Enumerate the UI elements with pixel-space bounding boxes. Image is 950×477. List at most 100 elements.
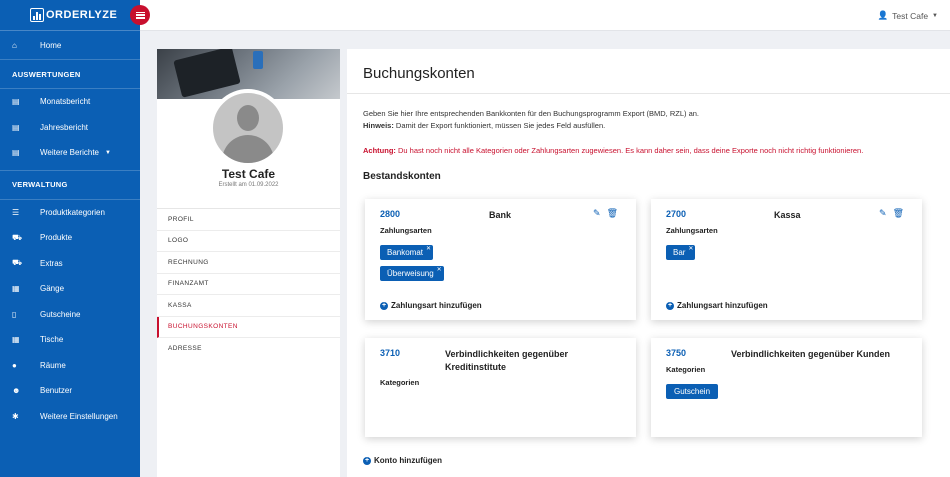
sidebar-section-verwaltung: VERWALTUNG: [0, 169, 140, 200]
payment-chip-bankomat[interactable]: Bankomat ✕: [380, 245, 434, 260]
home-icon: ⌂: [12, 40, 17, 50]
add-payment-link[interactable]: + Zahlungsart hinzufügen: [666, 301, 768, 310]
warning-text: Du hast noch nicht alle Kategorien oder …: [395, 146, 864, 155]
list-icon: ☰: [12, 207, 20, 217]
profile-nav-profil[interactable]: PROFIL: [157, 209, 340, 231]
page-title: Buchungskonten: [363, 65, 475, 82]
sidebar-item-tische[interactable]: ▦ Tische: [0, 327, 140, 353]
sidebar-item-benutzer[interactable]: ☻ Benutzer: [0, 378, 140, 404]
tablet-picture: [173, 49, 241, 98]
account-number: 2800: [380, 209, 401, 219]
edit-icon[interactable]: ✎: [593, 208, 601, 219]
plus-circle-icon: +: [666, 301, 674, 310]
profile-nav-kassa[interactable]: KASSA: [157, 295, 340, 317]
account-sublabel: Zahlungsarten: [380, 226, 432, 235]
sidebar-item-weitere-einstellungen[interactable]: ✱ Weitere Einstellungen: [0, 404, 140, 430]
document-icon: ▤: [12, 122, 20, 132]
table-icon: ▦: [12, 335, 20, 345]
chip-label: Bar: [673, 248, 686, 257]
brand-name: ORDERLYZE: [46, 9, 118, 21]
hint-label: Hinweis:: [363, 120, 394, 130]
profile-panel: Test Cafe Erstellt am 01.09.2022 PROFIL …: [157, 49, 340, 477]
sidebar-item-jahresbericht[interactable]: ▤ Jahresbericht: [0, 115, 140, 141]
profile-nav-adresse[interactable]: ADRESSE: [157, 338, 340, 360]
add-payment-label: Zahlungsart hinzufügen: [391, 301, 482, 310]
account-card-3710: 3710 Verbindlichkeiten gegenüber Krediti…: [365, 338, 636, 437]
profile-nav-finanzamt[interactable]: FINANZAMT: [157, 274, 340, 295]
warning-message: Achtung: Du hast noch nicht alle Kategor…: [363, 146, 863, 155]
sidebar-item-raeume[interactable]: ● Räume: [0, 353, 140, 379]
sidebar-item-produktkategorien[interactable]: ☰ Produktkategorien: [0, 200, 140, 226]
sidebar-item-gaenge[interactable]: ▦ Gänge: [0, 276, 140, 302]
account-name: Verbindlichkeiten gegenüber Kunden: [731, 349, 891, 359]
payment-chip-bar[interactable]: Bar ✕: [666, 245, 696, 260]
grid-icon: ▦: [12, 284, 20, 294]
file-icon: ▯: [12, 309, 17, 319]
account-sublabel: Kategorien: [666, 365, 706, 374]
topbar: 👤 Test Cafe ▼: [140, 0, 950, 31]
section-title: Bestandskonten: [363, 171, 441, 182]
intro-line: Geben Sie hier Ihre entsprechenden Bankk…: [363, 109, 700, 118]
caret-down-icon: ▼: [105, 149, 111, 156]
account-sublabel: Kategorien: [380, 378, 420, 387]
avatar-head: [237, 105, 259, 131]
account-number: 3750: [666, 348, 687, 358]
main-panel: Buchungskonten Geben Sie hier Ihre entsp…: [347, 49, 950, 477]
sidebar-item-extras[interactable]: ⛟ Extras: [0, 251, 140, 277]
profile-nav: PROFIL LOGO RECHNUNG FINANZAMT KASSA BUC…: [157, 208, 340, 360]
avatar[interactable]: [209, 89, 287, 167]
account-number: 3710: [380, 348, 401, 358]
sidebar-item-home[interactable]: ⌂ Home: [0, 31, 140, 59]
user-icon: 👤: [877, 10, 889, 20]
trash-icon[interactable]: 🗑: [893, 208, 904, 219]
edit-icon[interactable]: ✎: [879, 208, 887, 219]
card-actions: ✎ 🗑: [879, 208, 904, 219]
remove-icon[interactable]: ✕: [437, 266, 442, 273]
account-card-2800: 2800 Bank ✎ 🗑 Zahlungsarten Bankomat ✕ Üb…: [365, 199, 636, 320]
remove-icon[interactable]: ✕: [426, 245, 431, 252]
card-actions: ✎ 🗑: [593, 208, 618, 219]
account-card-2700: 2700 Kassa ✎ 🗑 Zahlungsarten Bar ✕ + Zahlu…: [651, 199, 922, 320]
hint-text: Damit der Export funktioniert, müssen Si…: [393, 120, 606, 130]
sidebar-item-produkte[interactable]: ⛟ Produkte: [0, 225, 140, 251]
plus-circle-icon: +: [380, 301, 388, 310]
sidebar-item-monatsbericht[interactable]: ▤ Monatsbericht: [0, 89, 140, 115]
add-account-link[interactable]: + Konto hinzufügen: [363, 456, 442, 465]
orderlyze-logo-icon: [30, 8, 44, 22]
profile-nav-logo[interactable]: LOGO: [157, 231, 340, 252]
chip-label: Überweisung: [387, 269, 434, 278]
chip-label: Gutschein: [674, 387, 711, 396]
profile-created: Erstellt am 01.09.2022: [218, 182, 279, 188]
document-icon: ▤: [12, 97, 20, 107]
sidebar-item-gutscheine[interactable]: ▯ Gutscheine: [0, 302, 140, 328]
users-icon: ☻: [12, 386, 21, 396]
sidebar-item-weitere-berichte[interactable]: ▤ Weitere Berichte ▼: [0, 140, 140, 166]
document-icon: ▤: [12, 148, 20, 158]
remove-icon[interactable]: ✕: [688, 245, 693, 252]
menu-toggle-button[interactable]: [130, 5, 150, 25]
phone-picture: [253, 51, 263, 69]
hint-line: Hinweis: Damit der Export funktioniert, …: [363, 120, 699, 132]
add-account-label: Konto hinzufügen: [374, 456, 442, 465]
account-sublabel: Zahlungsarten: [666, 226, 718, 235]
avatar-body: [222, 135, 274, 163]
brand-logo[interactable]: ORDERLYZE: [0, 0, 140, 31]
profile-name: Test Cafe: [221, 167, 276, 181]
sidebar: ORDERLYZE ⌂ Home AUSWERTUNGEN ▤ Monatsberi…: [0, 0, 140, 477]
profile-nav-buchungskonten[interactable]: BUCHUNGSKONTEN: [157, 316, 340, 338]
trash-icon[interactable]: 🗑: [607, 208, 618, 219]
add-payment-label: Zahlungsart hinzufügen: [677, 301, 768, 310]
plus-circle-icon: +: [363, 456, 371, 465]
payment-chip-ueberweisung[interactable]: Überweisung ✕: [380, 266, 444, 281]
caret-down-icon: ▼: [932, 12, 938, 19]
user-menu[interactable]: 👤 Test Cafe ▼: [878, 10, 938, 21]
account-card-3750: 3750 Verbindlichkeiten gegenüber Kunden …: [651, 338, 922, 437]
profile-nav-rechnung[interactable]: RECHNUNG: [157, 252, 340, 274]
add-payment-link[interactable]: + Zahlungsart hinzufügen: [380, 301, 482, 310]
hamburger-icon: [135, 11, 145, 19]
category-chip-gutschein[interactable]: Gutschein: [666, 384, 719, 399]
account-name: Verbindlichkeiten gegenüber Kreditinstit…: [445, 349, 569, 372]
intro-text: Geben Sie hier Ihre entsprechenden Bankk…: [363, 108, 699, 131]
account-number: 2700: [666, 209, 687, 219]
sidebar-section-auswertungen: AUSWERTUNGEN: [0, 59, 140, 89]
